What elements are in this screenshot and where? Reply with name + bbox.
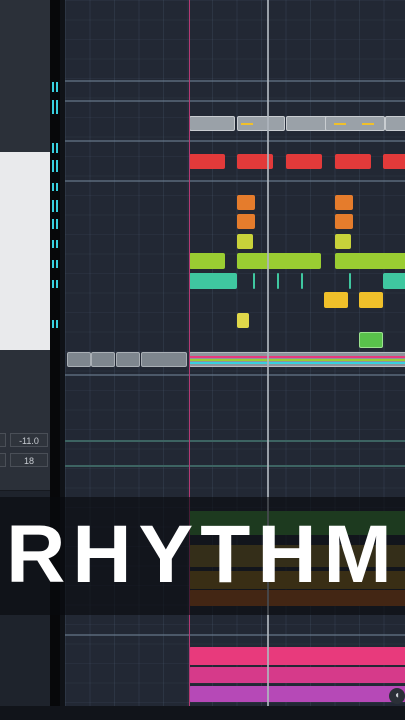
level-meter bbox=[56, 200, 58, 212]
pattern-clip[interactable] bbox=[237, 195, 255, 210]
level-meter bbox=[56, 260, 58, 268]
track-header[interactable] bbox=[0, 42, 50, 65]
level-meter bbox=[52, 260, 54, 268]
level-meter bbox=[56, 320, 58, 328]
track-header-selected[interactable] bbox=[0, 172, 50, 193]
pattern-clip[interactable] bbox=[324, 292, 348, 308]
track-header[interactable] bbox=[0, 374, 50, 425]
track-header-selected[interactable] bbox=[0, 152, 50, 173]
level-meter bbox=[56, 100, 58, 114]
track-header-selected[interactable] bbox=[0, 192, 50, 213]
track-header-selected[interactable] bbox=[0, 232, 50, 253]
volume-value[interactable]: -11.0 bbox=[10, 433, 48, 447]
track-header[interactable] bbox=[0, 64, 50, 87]
track-header[interactable] bbox=[0, 86, 50, 109]
pattern-clip[interactable] bbox=[237, 214, 255, 229]
pattern-clip[interactable] bbox=[237, 313, 249, 328]
level-meter bbox=[52, 219, 54, 229]
track-header-selected[interactable] bbox=[0, 312, 50, 333]
level-meter bbox=[56, 240, 58, 248]
pattern-clip[interactable] bbox=[335, 214, 353, 229]
track-header[interactable] bbox=[0, 0, 50, 21]
audio-clip[interactable] bbox=[253, 273, 255, 289]
audio-clip[interactable] bbox=[116, 352, 140, 367]
level-meter bbox=[56, 219, 58, 229]
level-meter bbox=[56, 280, 58, 288]
pattern-clip[interactable] bbox=[189, 686, 405, 702]
track-divider bbox=[65, 634, 405, 636]
status-bar bbox=[0, 706, 405, 720]
pattern-clip[interactable] bbox=[359, 292, 383, 308]
level-meter bbox=[56, 160, 58, 172]
track-header[interactable] bbox=[0, 20, 50, 43]
pan-value[interactable]: 18 bbox=[10, 453, 48, 467]
audio-clip[interactable] bbox=[189, 273, 237, 289]
audio-clip[interactable] bbox=[385, 116, 405, 131]
level-meter bbox=[52, 100, 54, 114]
pattern-clip[interactable] bbox=[237, 253, 321, 269]
pattern-clip[interactable] bbox=[383, 154, 405, 169]
pattern-clip[interactable] bbox=[286, 154, 322, 169]
track-header[interactable] bbox=[0, 350, 50, 375]
track-divider bbox=[65, 374, 405, 376]
track-header-selected[interactable] bbox=[0, 292, 50, 313]
track-header-selected[interactable] bbox=[0, 272, 50, 293]
audio-clip[interactable] bbox=[237, 116, 285, 131]
pattern-clip[interactable] bbox=[237, 234, 253, 249]
pattern-clip[interactable] bbox=[189, 253, 225, 269]
level-meter bbox=[52, 320, 54, 328]
audio-clip[interactable] bbox=[325, 116, 385, 131]
track-header-selected[interactable] bbox=[0, 332, 50, 351]
track-header[interactable] bbox=[0, 130, 50, 153]
audio-clip[interactable] bbox=[141, 352, 187, 367]
level-meter bbox=[52, 143, 54, 153]
audio-clip[interactable] bbox=[189, 352, 405, 367]
audio-clip[interactable] bbox=[189, 116, 235, 131]
pattern-clip[interactable] bbox=[335, 154, 371, 169]
speaker-icon[interactable]: ◖ bbox=[389, 688, 405, 704]
track-divider bbox=[65, 100, 405, 102]
automation-line bbox=[65, 440, 405, 442]
audio-clip[interactable] bbox=[301, 273, 303, 289]
automation-line bbox=[65, 465, 405, 467]
pattern-clip[interactable] bbox=[335, 195, 353, 210]
audio-clip[interactable] bbox=[383, 273, 405, 289]
pattern-clip[interactable] bbox=[189, 154, 225, 169]
level-meter bbox=[52, 280, 54, 288]
level-meter bbox=[52, 160, 54, 172]
level-meter bbox=[52, 200, 54, 212]
pattern-clip[interactable] bbox=[335, 253, 405, 269]
pattern-clip[interactable] bbox=[359, 332, 383, 348]
audio-clip[interactable] bbox=[277, 273, 279, 289]
level-meter bbox=[56, 143, 58, 153]
audio-clip[interactable] bbox=[91, 352, 115, 367]
audio-clip[interactable] bbox=[67, 352, 91, 367]
volume-knob-stub[interactable] bbox=[0, 433, 6, 447]
pattern-clip[interactable] bbox=[335, 234, 351, 249]
track-header[interactable] bbox=[0, 108, 50, 131]
level-meter bbox=[56, 183, 58, 191]
track-header-selected[interactable] bbox=[0, 252, 50, 273]
level-meter bbox=[52, 240, 54, 248]
pattern-clip[interactable] bbox=[189, 667, 405, 683]
page-title: RHYTHM bbox=[6, 509, 399, 600]
audio-clip[interactable] bbox=[349, 273, 351, 289]
pan-knob-stub[interactable] bbox=[0, 453, 6, 467]
track-divider bbox=[65, 180, 405, 182]
level-meter bbox=[52, 183, 54, 191]
track-divider bbox=[65, 140, 405, 142]
track-divider bbox=[65, 80, 405, 82]
pattern-clip[interactable] bbox=[189, 647, 405, 665]
level-meter bbox=[56, 82, 58, 92]
track-header-selected[interactable] bbox=[0, 212, 50, 233]
level-meter bbox=[52, 82, 54, 92]
